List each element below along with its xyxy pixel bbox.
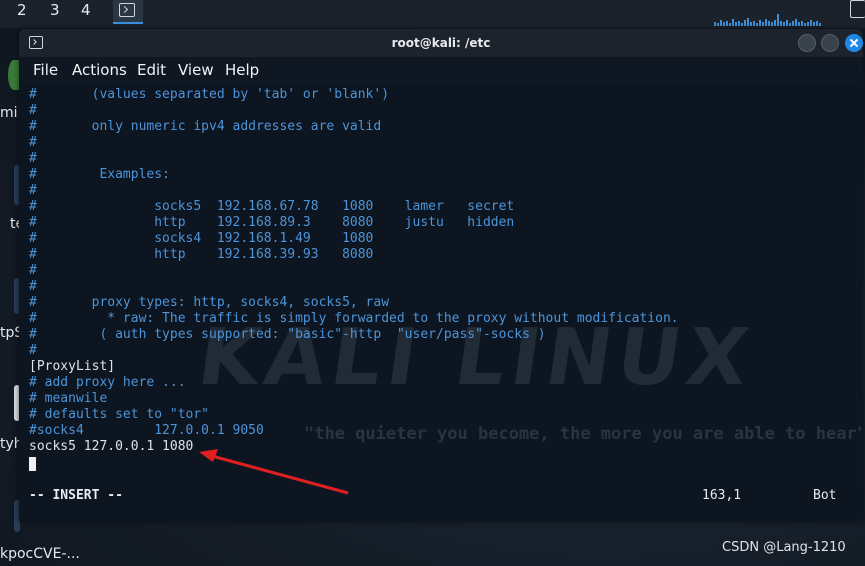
annotation-arrow bbox=[199, 449, 349, 495]
arrow-shaft bbox=[211, 454, 349, 495]
credit-watermark: CSDN @Lang-1210 bbox=[722, 540, 846, 555]
arrow-head bbox=[199, 449, 218, 462]
